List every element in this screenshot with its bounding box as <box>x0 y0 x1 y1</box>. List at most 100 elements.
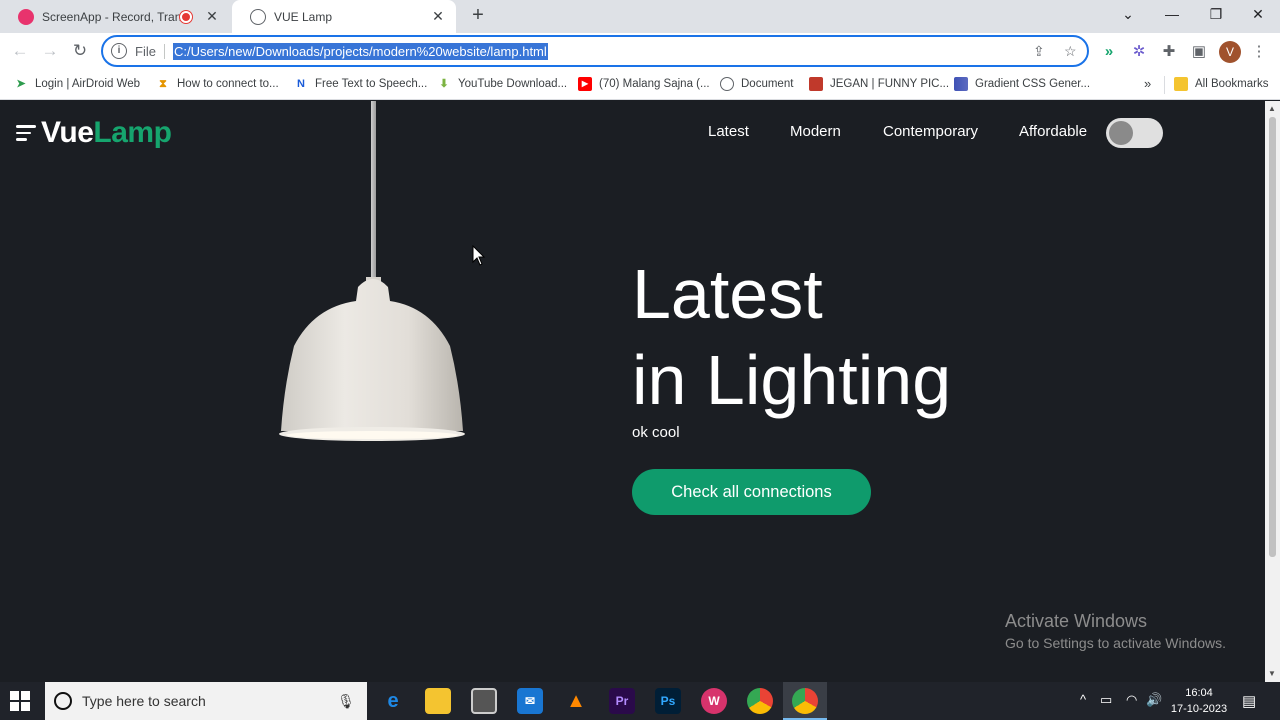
search-placeholder: Type here to search <box>82 693 206 709</box>
share-icon[interactable]: ⇪ <box>1033 43 1045 60</box>
bookmark-label: How to connect to... <box>177 78 279 90</box>
screenapp-icon <box>18 8 34 25</box>
close-window-button[interactable]: ✕ <box>1238 0 1278 30</box>
bookmark-label: YouTube Download... <box>458 78 568 90</box>
url-text[interactable]: C:/Users/new/Downloads/projects/modern%2… <box>172 42 548 60</box>
system-clock[interactable]: 16:04 17-10-2023 <box>1168 685 1230 717</box>
forward-button[interactable]: → <box>38 39 62 63</box>
edge-icon[interactable]: e <box>380 688 406 714</box>
close-tab-icon[interactable]: ✕ <box>428 8 448 25</box>
battery-icon[interactable]: ▭ <box>1100 692 1112 708</box>
wifi-icon[interactable]: ◠ <box>1126 692 1137 708</box>
file-explorer-icon[interactable] <box>425 688 451 714</box>
bookmark-label: All Bookmarks <box>1195 78 1269 90</box>
bookmark-how-to-connect[interactable]: ⧗ How to connect to... <box>156 77 279 91</box>
cortana-icon <box>54 692 72 710</box>
hero-subtitle: ok cool <box>632 424 680 441</box>
taskbar-search-box[interactable]: Type here to search 🎙 <box>45 682 367 720</box>
restore-button[interactable]: ❐ <box>1196 0 1236 30</box>
check-connections-button[interactable]: Check all connections <box>632 469 871 515</box>
toggle-knob <box>1109 121 1133 145</box>
watermark-subtitle: Go to Settings to activate Windows. <box>1005 635 1226 651</box>
site-logo[interactable]: VueLamp <box>16 116 172 150</box>
extension-arrow-icon[interactable]: » <box>1099 42 1119 62</box>
address-bar[interactable]: i File C:/Users/new/Downloads/projects/m… <box>101 35 1089 67</box>
tab-title: VUE Lamp <box>274 9 333 24</box>
reload-button[interactable]: ↻ <box>68 39 92 63</box>
all-bookmarks[interactable]: All Bookmarks <box>1174 77 1269 91</box>
scroll-up-icon[interactable]: ▲ <box>1268 104 1276 113</box>
chrome-active-icon[interactable] <box>792 688 818 714</box>
scrollbar-thumb[interactable] <box>1269 117 1276 557</box>
wps-office-icon[interactable]: W <box>701 688 727 714</box>
new-tab-button[interactable]: + <box>466 4 490 28</box>
profile-avatar[interactable]: V <box>1219 41 1241 63</box>
bookmark-youtube-download[interactable]: ⬇ YouTube Download... <box>437 77 567 91</box>
bookmark-jegan[interactable]: JEGAN | FUNNY PIC... <box>809 77 949 91</box>
nav-link-contemporary[interactable]: Contemporary <box>883 123 978 140</box>
hero-title-line2: in Lighting <box>632 341 952 419</box>
bookmark-star-icon[interactable]: ☆ <box>1064 43 1077 60</box>
bookmark-label: Document <box>741 78 794 90</box>
browser-tab-strip: ScreenApp - Record, Transc ✕ VUE Lamp ✕ … <box>0 0 1280 33</box>
tab-title: ScreenApp - Record, Transc <box>42 9 180 24</box>
download-arrow-icon: ⬇ <box>439 78 449 90</box>
tab-search-icon[interactable]: ⌄ <box>1108 0 1148 30</box>
hourglass-icon: ⧗ <box>159 78 167 90</box>
bookmark-malang-sajna[interactable]: ▶ (70) Malang Sajna (... <box>578 77 710 91</box>
bookmark-label: Free Text to Speech... <box>315 78 428 90</box>
premiere-pro-icon[interactable]: Pr <box>609 688 635 714</box>
logo-text-lamp: Lamp <box>93 116 172 149</box>
microphone-icon[interactable]: 🎙 <box>335 693 357 710</box>
mail-icon[interactable]: ✉ <box>517 688 543 714</box>
windows-start-icon[interactable] <box>10 691 30 711</box>
bookmark-airdroid[interactable]: ➤ Login | AirDroid Web <box>14 77 140 91</box>
bookmark-gradient-css[interactable]: Gradient CSS Gener... <box>954 77 1090 91</box>
menu-kebab-icon[interactable]: ⋮ <box>1249 42 1269 62</box>
scroll-down-icon[interactable]: ▼ <box>1268 669 1276 678</box>
info-icon[interactable]: i <box>111 43 127 59</box>
bookmark-text-to-speech[interactable]: N Free Text to Speech... <box>294 77 427 91</box>
pendant-lamp-image <box>279 101 465 441</box>
folder-icon <box>1174 77 1188 91</box>
n-logo-icon: N <box>297 78 305 90</box>
mouse-cursor-icon <box>472 245 486 266</box>
globe-icon <box>250 8 266 25</box>
divider <box>1164 76 1165 94</box>
bookmark-label: JEGAN | FUNNY PIC... <box>830 78 950 90</box>
chrome-icon[interactable] <box>747 688 773 714</box>
close-tab-icon[interactable]: ✕ <box>202 8 222 25</box>
store-icon[interactable] <box>471 688 497 714</box>
tray-chevron-icon[interactable]: ^ <box>1080 692 1086 707</box>
hero-title-line1: Latest <box>632 255 823 333</box>
notification-icon[interactable]: ▤ <box>1242 692 1256 710</box>
theme-toggle[interactable] <box>1106 118 1163 148</box>
vlc-icon[interactable]: ▲ <box>563 688 589 714</box>
airdroid-icon: ➤ <box>16 78 26 90</box>
nav-link-affordable[interactable]: Affordable <box>1019 123 1087 140</box>
clock-time: 16:04 <box>1185 687 1213 699</box>
bookmarks-bar: ➤ Login | AirDroid Web ⧗ How to connect … <box>0 70 1280 100</box>
tab-screenapp[interactable]: ScreenApp - Record, Transc ✕ <box>0 0 230 33</box>
windows-taskbar: Type here to search 🎙 e ✉ ▲ Pr Ps W ^ ▭ … <box>0 682 1280 720</box>
globe-icon <box>720 77 734 91</box>
back-button[interactable]: ← <box>8 39 32 63</box>
recording-icon <box>180 10 192 23</box>
page-scrollbar[interactable]: ▲ ▼ <box>1265 101 1280 682</box>
activate-windows-watermark: Activate Windows Go to Settings to activ… <box>1005 611 1226 651</box>
minimize-button[interactable]: — <box>1152 0 1192 30</box>
nav-link-latest[interactable]: Latest <box>708 123 749 140</box>
volume-icon[interactable]: 🔊 <box>1146 692 1162 708</box>
bookmark-document[interactable]: Document <box>720 77 793 91</box>
logo-text-vue: Vue <box>41 116 94 149</box>
tab-vue-lamp[interactable]: VUE Lamp ✕ <box>232 0 456 33</box>
hamburger-menu-icon[interactable] <box>16 121 36 145</box>
nav-link-modern[interactable]: Modern <box>790 123 841 140</box>
side-panel-icon[interactable]: ▣ <box>1189 42 1209 62</box>
extensions-puzzle-icon[interactable]: ✚ <box>1159 42 1179 62</box>
more-bookmarks-icon[interactable]: » <box>1144 76 1151 91</box>
extension-gear-icon[interactable]: ✲ <box>1129 42 1149 62</box>
photoshop-icon[interactable]: Ps <box>655 688 681 714</box>
youtube-icon: ▶ <box>578 77 592 91</box>
browser-toolbar: ← → ↻ i File C:/Users/new/Downloads/proj… <box>0 33 1280 70</box>
